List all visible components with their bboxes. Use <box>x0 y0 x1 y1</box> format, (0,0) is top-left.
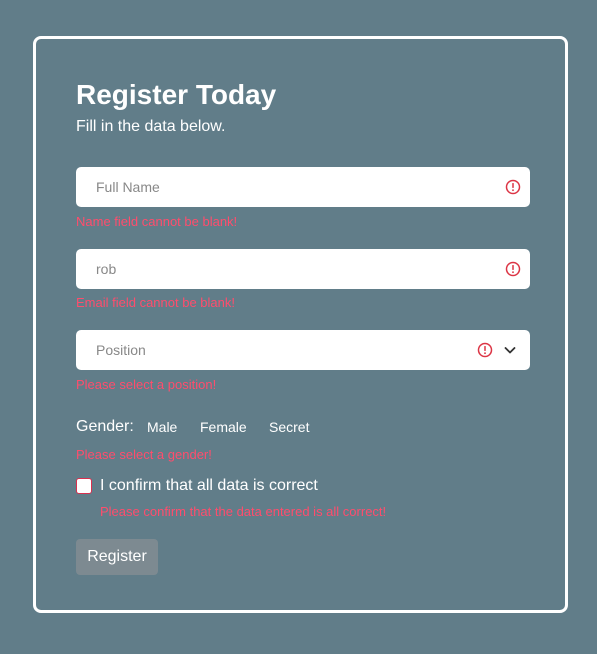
email-field[interactable]: rob <box>76 249 530 289</box>
email-input-text: rob <box>96 261 117 277</box>
gender-option-female[interactable]: Female <box>200 418 247 436</box>
gender-label: Gender: <box>76 418 134 435</box>
form-title: Register Today <box>76 79 277 110</box>
confirm-label[interactable]: I confirm that all data is correct <box>100 476 318 496</box>
position-error-message: Please select a position! <box>76 377 217 392</box>
name-error-message: Name field cannot be blank! <box>76 214 238 229</box>
gender-error-message: Please select a gender! <box>76 447 212 462</box>
confirm-error-message: Please confirm that the data entered is … <box>100 504 387 519</box>
alert-circle-icon <box>505 179 521 195</box>
position-select[interactable]: Position <box>76 330 530 370</box>
alert-circle-icon <box>477 342 493 358</box>
confirm-checkbox[interactable] <box>76 478 92 494</box>
form-subtitle: Fill in the data below. <box>76 118 226 135</box>
email-error-message: Email field cannot be blank! <box>76 295 235 310</box>
gender-option-secret[interactable]: Secret <box>269 418 309 436</box>
position-selected-value: Position <box>96 342 146 358</box>
register-button[interactable]: Register <box>76 539 158 575</box>
gender-option-male[interactable]: Male <box>147 418 177 436</box>
full-name-field[interactable]: Full Name <box>76 167 530 207</box>
alert-circle-icon <box>505 261 521 277</box>
full-name-placeholder: Full Name <box>96 179 160 195</box>
chevron-down-icon[interactable] <box>504 345 516 355</box>
